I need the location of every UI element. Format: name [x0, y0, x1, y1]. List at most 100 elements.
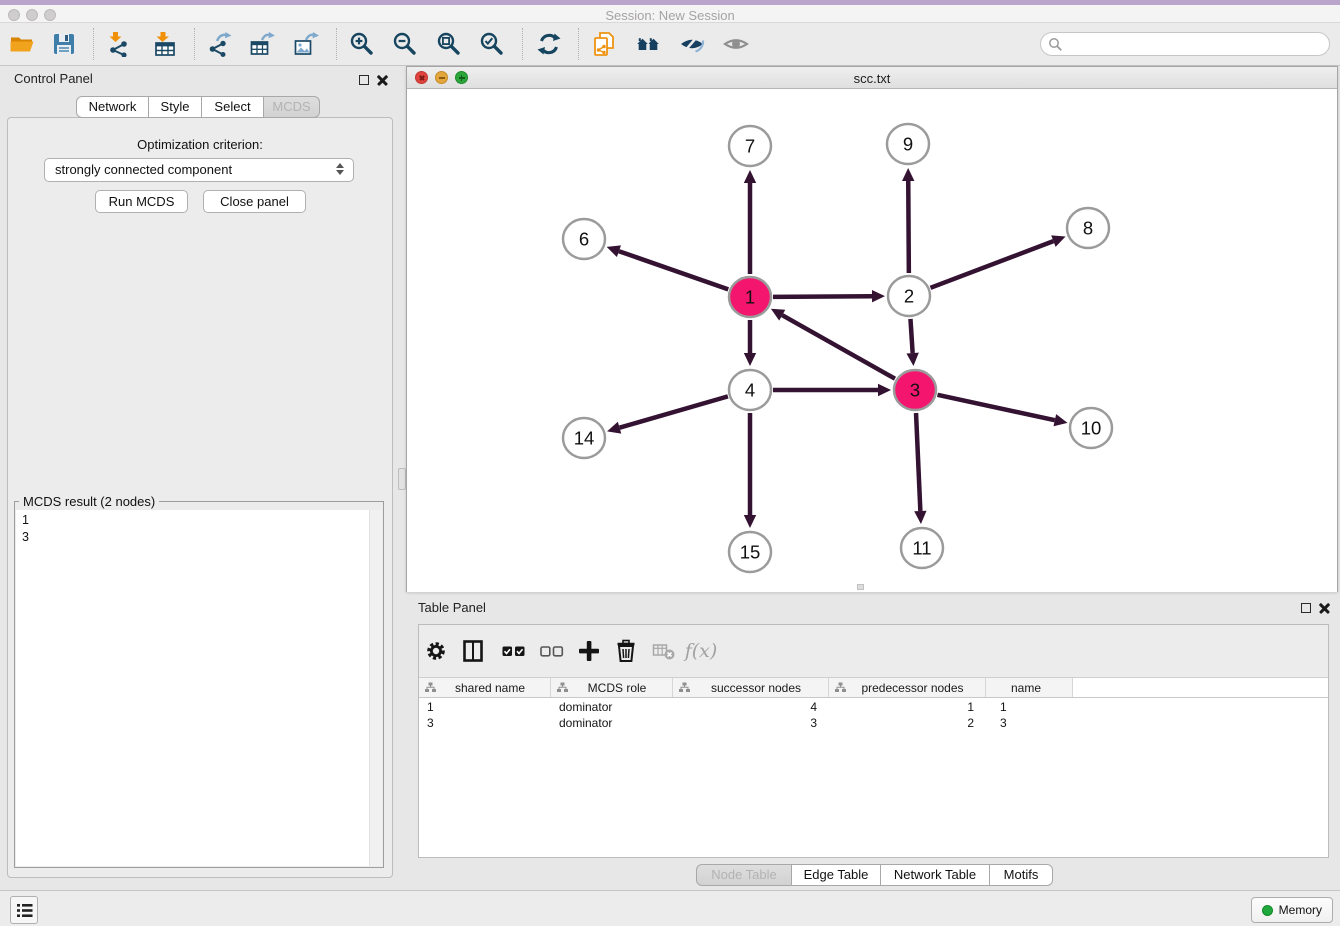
node-label-15: 15 — [740, 541, 761, 562]
edge-2-3[interactable] — [910, 319, 912, 353]
cell-predecessor-nodes[interactable]: 2 — [829, 715, 986, 731]
column-header-successor-nodes[interactable]: successor nodes — [673, 678, 829, 697]
edge-2-9[interactable] — [908, 181, 909, 273]
edge-arrowhead — [902, 168, 914, 181]
graphics-details-icon[interactable] — [675, 27, 709, 61]
toolbar-separator — [93, 28, 94, 60]
import-table-icon[interactable] — [148, 27, 182, 61]
mcds-result-box: 13 — [16, 510, 382, 866]
tab-style[interactable]: Style — [148, 96, 202, 118]
network-file-icon[interactable] — [587, 27, 621, 61]
zoom-in-icon[interactable] — [345, 27, 379, 61]
table-body: 1dominator4113dominator323 — [419, 699, 1328, 857]
tab-select[interactable]: Select — [201, 96, 264, 118]
edge-3-11[interactable] — [916, 413, 920, 511]
optimization-criterion-label: Optimization criterion: — [0, 137, 400, 152]
panel-splitter-handle[interactable] — [398, 468, 406, 490]
tab-mcds[interactable]: MCDS — [263, 96, 320, 118]
node-label-3: 3 — [910, 379, 920, 400]
close-panel-button[interactable]: Close panel — [203, 190, 306, 213]
save-session-icon[interactable] — [47, 27, 81, 61]
network-window-titlebar[interactable]: scc.txt — [407, 67, 1337, 89]
table-settings-icon[interactable] — [419, 631, 453, 671]
edge-3-10[interactable] — [937, 395, 1054, 420]
table-panel-close-button[interactable] — [1319, 602, 1330, 613]
node-label-14: 14 — [574, 427, 595, 448]
control-panel-float-button[interactable] — [359, 75, 369, 85]
delete-table-icon[interactable] — [647, 631, 681, 671]
cell-MCDS-role[interactable]: dominator — [551, 715, 673, 731]
cell-successor-nodes[interactable]: 4 — [673, 699, 829, 715]
first-neighbors-icon[interactable] — [631, 27, 665, 61]
table-panel-title: Table Panel — [418, 600, 486, 615]
show-columns-icon[interactable] — [456, 631, 490, 671]
task-history-button[interactable] — [10, 896, 38, 924]
select-all-icon[interactable] — [497, 631, 531, 671]
edge-arrowhead — [744, 353, 756, 366]
canvas-resize-grip[interactable] — [857, 584, 864, 590]
status-bar: Memory — [0, 890, 1340, 926]
cell-name[interactable]: 3 — [986, 715, 1073, 731]
table-row[interactable]: 1dominator411 — [419, 699, 1328, 715]
cell-predecessor-nodes[interactable]: 1 — [829, 699, 986, 715]
column-header-MCDS-role[interactable]: MCDS role — [551, 678, 673, 697]
edge-1-2[interactable] — [773, 296, 872, 297]
function-builder-icon[interactable]: f(x) — [684, 631, 718, 671]
node-label-1: 1 — [745, 286, 755, 307]
edge-arrowhead — [872, 290, 885, 302]
network-view-window: scc.txt 7968124314101511 — [406, 66, 1338, 592]
toolbar-separator — [336, 28, 337, 60]
titlebar: Session: New Session — [0, 5, 1340, 23]
tab-edge-table[interactable]: Edge Table — [791, 864, 881, 886]
zoom-out-icon[interactable] — [388, 27, 422, 61]
zoom-selected-icon[interactable] — [475, 27, 509, 61]
tab-node-table[interactable]: Node Table — [696, 864, 792, 886]
result-scrollbar-track[interactable] — [369, 510, 382, 866]
search-input[interactable] — [1063, 35, 1329, 53]
column-header-shared-name[interactable]: shared name — [419, 678, 551, 697]
criterion-select[interactable]: strongly connected component — [44, 158, 354, 182]
node-label-2: 2 — [904, 285, 914, 306]
edge-4-14[interactable] — [620, 396, 728, 427]
export-network-icon[interactable] — [202, 27, 236, 61]
birds-eye-view-icon[interactable] — [719, 27, 753, 61]
edge-3-1[interactable] — [782, 315, 895, 379]
edge-arrowhead — [906, 353, 918, 366]
memory-button-label: Memory — [1279, 903, 1322, 917]
node-label-9: 9 — [903, 133, 913, 154]
import-network-icon[interactable] — [101, 27, 135, 61]
column-header-predecessor-nodes[interactable]: predecessor nodes — [829, 678, 986, 697]
cell-shared-name[interactable]: 1 — [419, 699, 551, 715]
control-panel-close-button[interactable] — [377, 74, 388, 85]
mcds-result-line: 3 — [16, 529, 382, 546]
open-session-icon[interactable] — [5, 27, 39, 61]
table-panel-float-button[interactable] — [1301, 603, 1311, 613]
toolbar-separator — [194, 28, 195, 60]
refresh-view-icon[interactable] — [532, 27, 566, 61]
memory-button[interactable]: Memory — [1251, 897, 1333, 923]
cell-shared-name[interactable]: 3 — [419, 715, 551, 731]
search-field[interactable] — [1040, 32, 1330, 56]
column-header-name[interactable]: name — [986, 678, 1073, 697]
zoom-fit-icon[interactable] — [432, 27, 466, 61]
export-table-icon[interactable] — [245, 27, 279, 61]
network-canvas[interactable]: 7968124314101511 — [407, 89, 1337, 592]
create-column-icon[interactable] — [572, 631, 606, 671]
export-image-icon[interactable] — [289, 27, 323, 61]
deselect-all-icon[interactable] — [535, 631, 569, 671]
tab-motifs[interactable]: Motifs — [989, 864, 1053, 886]
table-toolbar: f(x) — [419, 625, 1328, 677]
window-title: Session: New Session — [0, 8, 1340, 23]
cell-successor-nodes[interactable]: 3 — [673, 715, 829, 731]
edge-1-6[interactable] — [619, 251, 728, 289]
cell-name[interactable]: 1 — [986, 699, 1073, 715]
run-mcds-button[interactable]: Run MCDS — [95, 190, 188, 213]
network-window-title: scc.txt — [407, 71, 1337, 86]
edge-2-8[interactable] — [931, 241, 1054, 288]
tab-network-table[interactable]: Network Table — [880, 864, 990, 886]
edge-arrowhead — [878, 384, 891, 396]
table-row[interactable]: 3dominator323 — [419, 715, 1328, 731]
tab-network[interactable]: Network — [76, 96, 149, 118]
delete-column-icon[interactable] — [609, 631, 643, 671]
cell-MCDS-role[interactable]: dominator — [551, 699, 673, 715]
